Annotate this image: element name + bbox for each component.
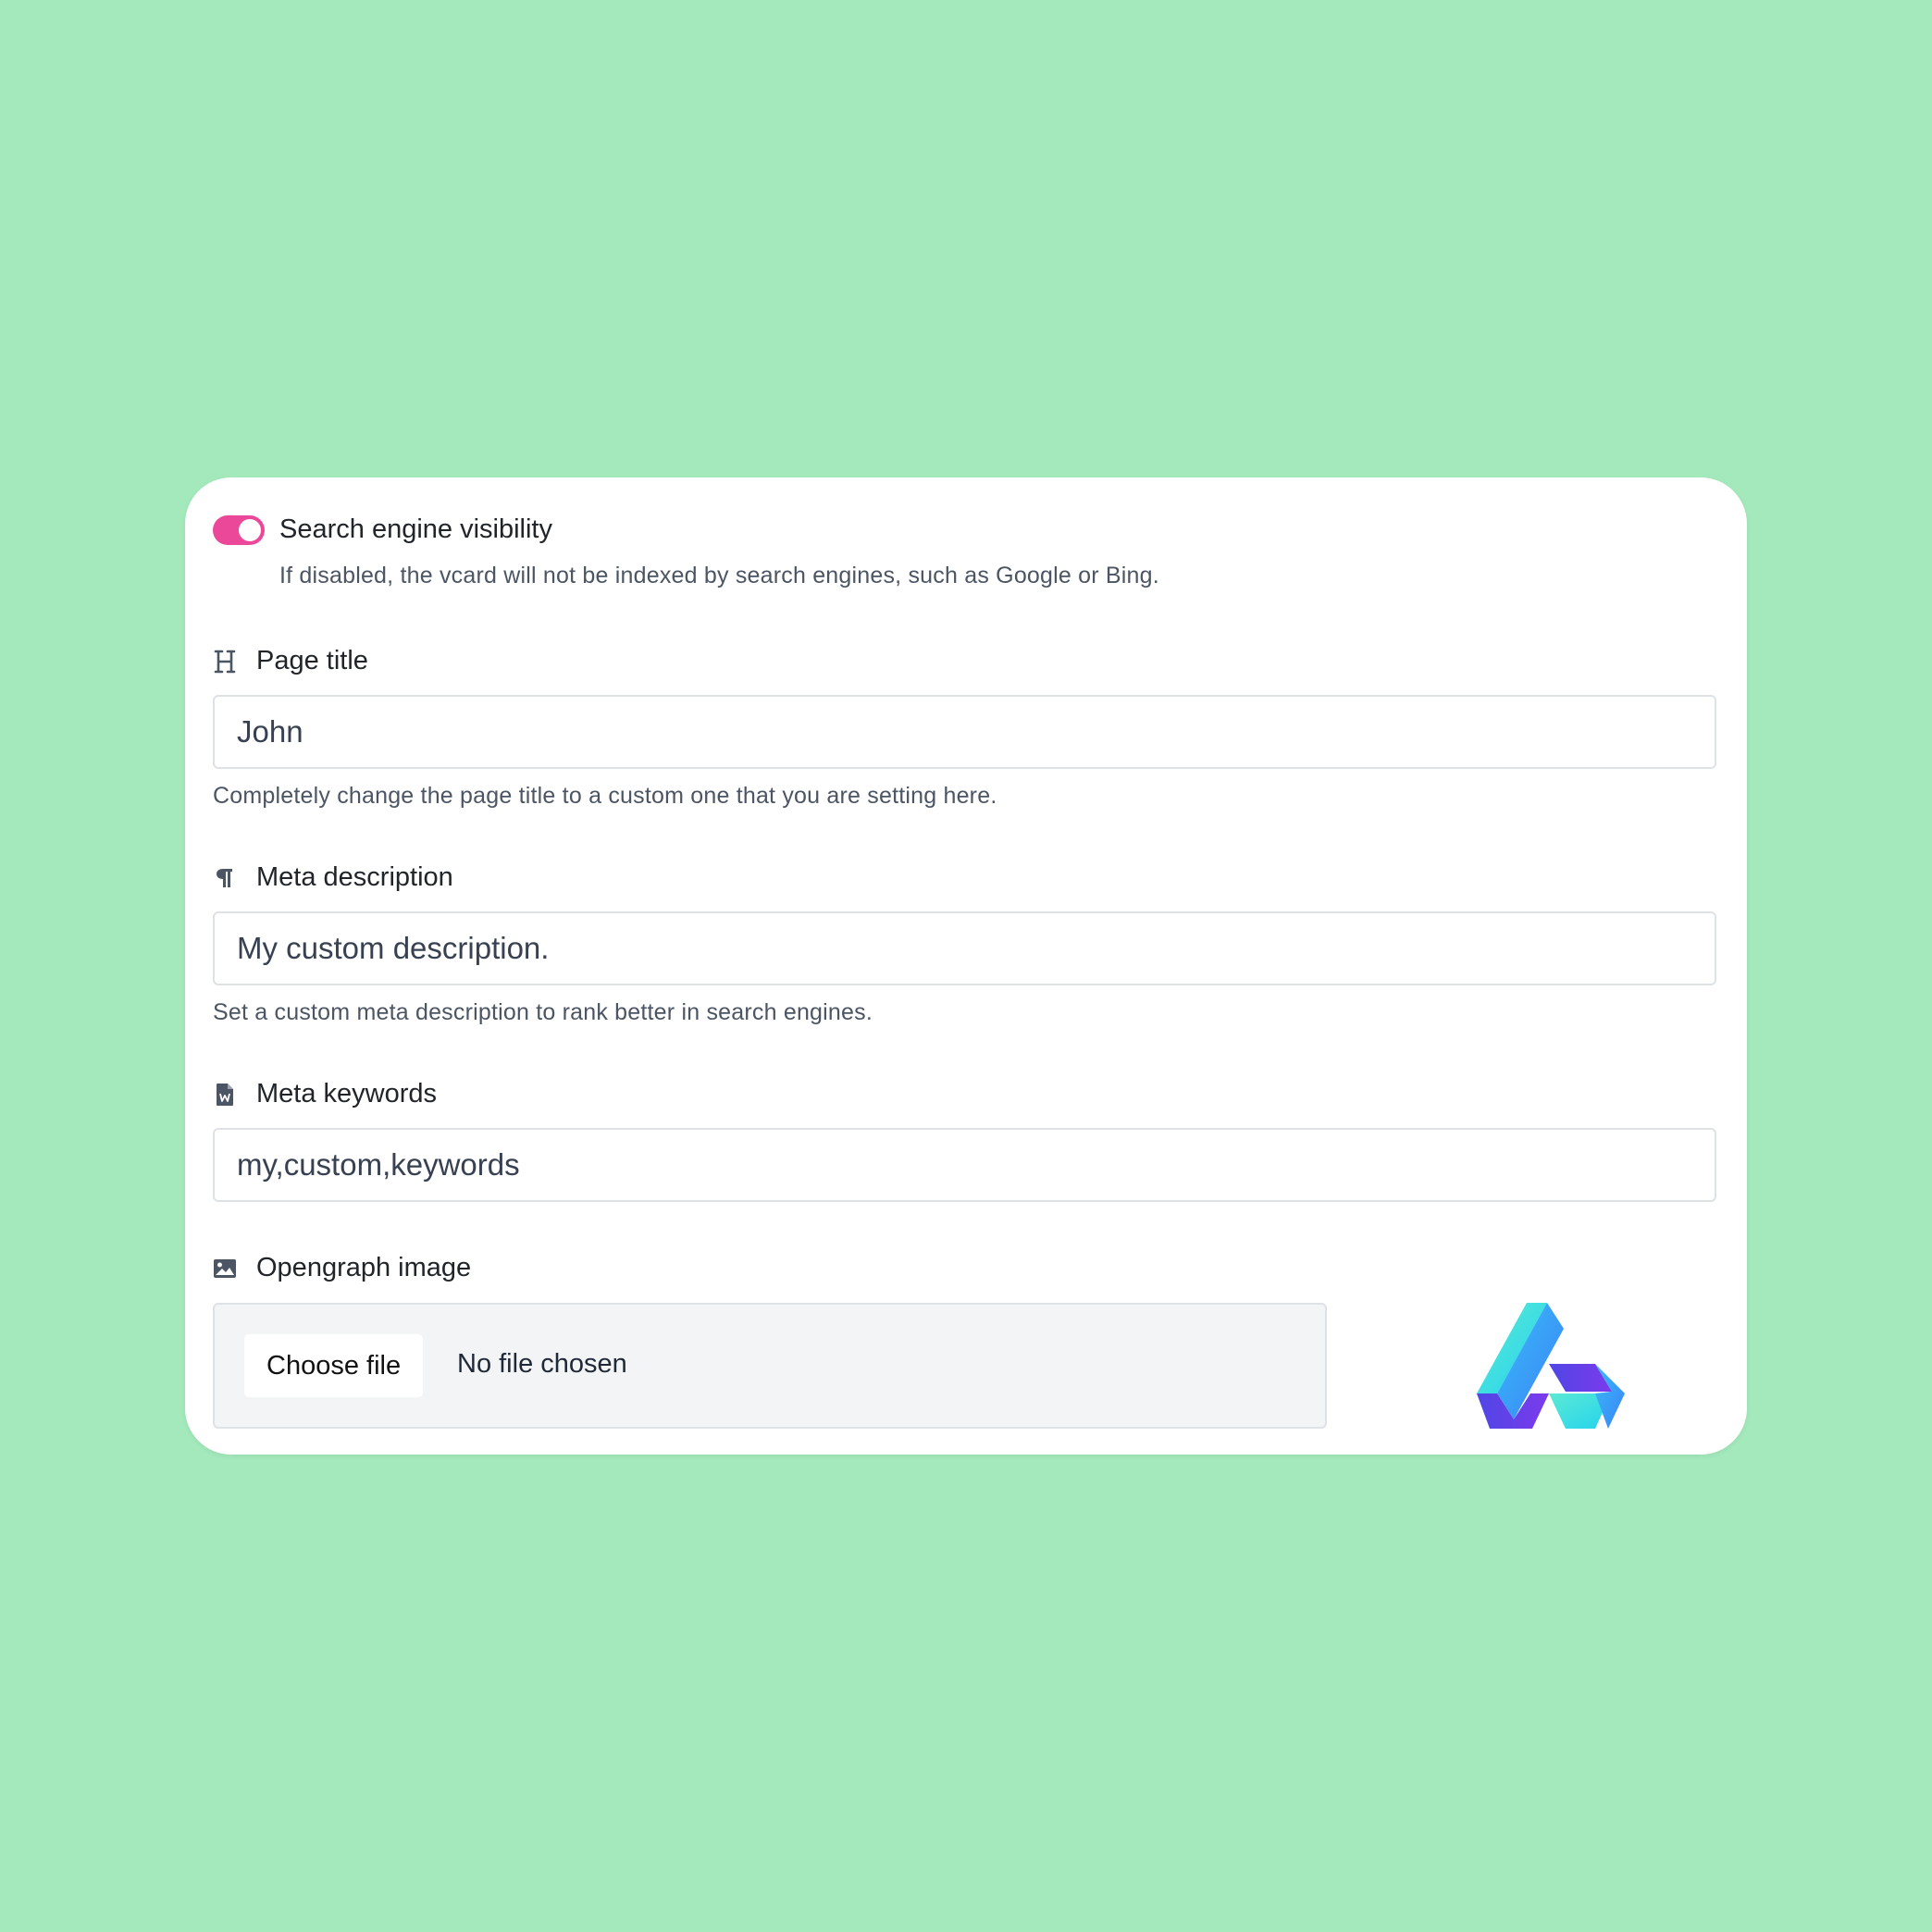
opengraph-image-label-text: Opengraph image xyxy=(256,1253,472,1282)
image-icon xyxy=(213,1257,237,1281)
meta-description-label: Meta description xyxy=(213,862,453,893)
opengraph-preview-logo xyxy=(1477,1303,1625,1429)
visibility-toggle[interactable] xyxy=(213,514,265,545)
page-title-input[interactable] xyxy=(213,695,1716,769)
meta-keywords-input[interactable] xyxy=(213,1128,1716,1202)
seo-settings-card: Search engine visibility If disabled, th… xyxy=(185,477,1747,1455)
heading-icon xyxy=(213,650,237,674)
page-title-label: Page title xyxy=(213,646,368,676)
file-status-text: No file chosen xyxy=(457,1349,627,1379)
visibility-help-text: If disabled, the vcard will not be index… xyxy=(279,563,1159,588)
word-file-icon xyxy=(213,1083,237,1107)
paragraph-icon xyxy=(213,866,237,890)
page-title-help-text: Completely change the page title to a cu… xyxy=(213,783,997,809)
meta-description-label-text: Meta description xyxy=(256,862,453,892)
meta-description-input[interactable] xyxy=(213,911,1716,985)
meta-keywords-label: Meta keywords xyxy=(213,1079,437,1109)
meta-description-help-text: Set a custom meta description to rank be… xyxy=(213,999,873,1025)
choose-file-button[interactable]: Choose file xyxy=(244,1334,424,1397)
visibility-row: Search engine visibility xyxy=(213,514,552,545)
opengraph-image-label: Opengraph image xyxy=(213,1253,471,1283)
meta-keywords-label-text: Meta keywords xyxy=(256,1079,438,1108)
visibility-label[interactable]: Search engine visibility xyxy=(279,514,552,545)
toggle-knob xyxy=(239,518,261,541)
page-title-label-text: Page title xyxy=(256,646,368,675)
opengraph-file-input[interactable]: Choose file No file chosen xyxy=(213,1303,1327,1429)
